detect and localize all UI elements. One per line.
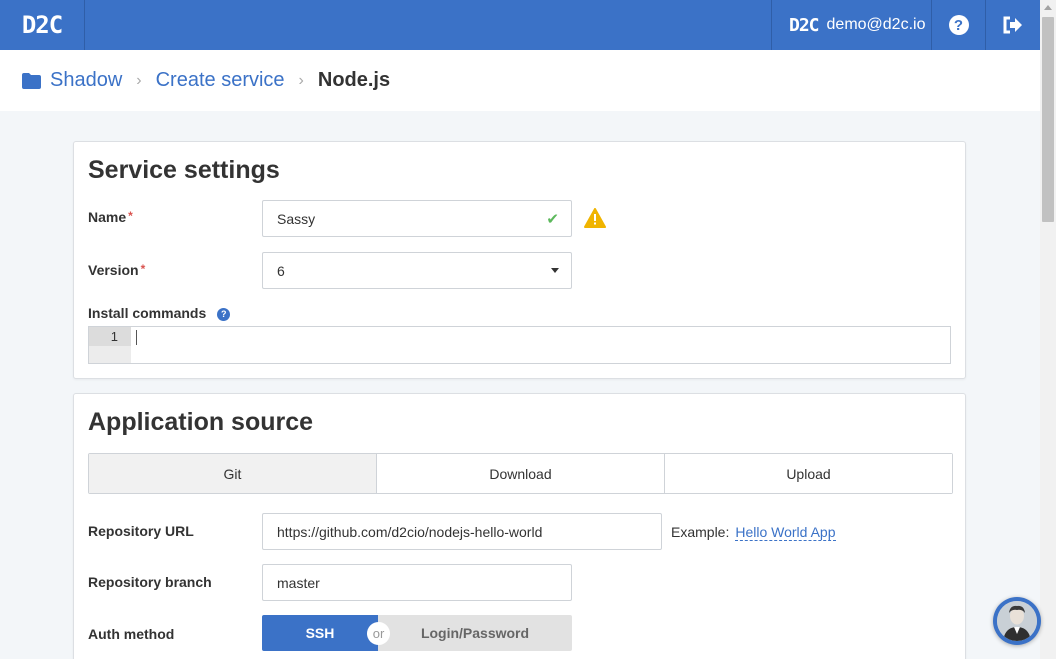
- folder-icon: [22, 72, 41, 89]
- text-cursor: [136, 330, 137, 345]
- logout-button[interactable]: [985, 0, 1039, 50]
- scroll-up-arrow-icon[interactable]: [1044, 5, 1052, 10]
- hello-world-app-link[interactable]: Hello World App: [735, 524, 836, 541]
- breadcrumb-shadow[interactable]: Shadow: [50, 69, 122, 92]
- breadcrumb-create-service[interactable]: Create service: [156, 69, 285, 92]
- repository-branch-input[interactable]: master: [262, 564, 572, 601]
- line-number: 1: [89, 327, 131, 346]
- sign-out-icon: [1003, 16, 1022, 34]
- application-source-title: Application source: [88, 408, 314, 436]
- page-scrollbar[interactable]: [1040, 0, 1056, 659]
- top-navbar: D2C D2C demo@d2c.io ?: [0, 0, 1040, 50]
- tab-upload[interactable]: Upload: [664, 454, 952, 493]
- question-circle-icon[interactable]: ?: [217, 307, 231, 321]
- name-label: Name *: [88, 209, 133, 225]
- source-tabs: Git Download Upload: [88, 453, 953, 494]
- auth-method-toggle: SSH Login/Password or: [262, 615, 572, 651]
- user-email: demo@d2c.io: [826, 16, 926, 33]
- name-input[interactable]: Sassy ✔: [262, 200, 572, 237]
- warning-icon: [584, 208, 606, 228]
- auth-login-password-button[interactable]: Login/Password: [378, 615, 572, 651]
- check-icon: ✔: [546, 211, 559, 228]
- breadcrumb-separator: ›: [136, 71, 142, 89]
- auth-or-separator: or: [367, 622, 390, 645]
- repository-url-input[interactable]: https://github.com/d2cio/nodejs-hello-wo…: [262, 513, 662, 550]
- install-commands-editor[interactable]: 1: [88, 326, 951, 364]
- tab-download[interactable]: Download: [376, 454, 664, 493]
- support-chat-button[interactable]: [993, 597, 1041, 645]
- scroll-thumb[interactable]: [1042, 17, 1054, 222]
- auth-method-label: Auth method: [88, 626, 175, 642]
- d2c-logo[interactable]: D2C: [0, 0, 85, 50]
- caret-down-icon: [551, 268, 559, 273]
- user-badge: D2C: [789, 14, 819, 36]
- install-commands-label: Install commands?: [88, 305, 231, 321]
- repository-url-label: Repository URL: [88, 523, 194, 539]
- version-select[interactable]: 6: [262, 252, 572, 289]
- breadcrumb: Shadow › Create service › Node.js: [0, 50, 1040, 111]
- auth-ssh-button[interactable]: SSH: [262, 615, 378, 651]
- person-icon: [997, 601, 1037, 641]
- question-circle-icon: ?: [948, 15, 969, 35]
- service-settings-title: Service settings: [88, 156, 280, 184]
- application-source-panel: Application source Git Download Upload R…: [73, 393, 966, 659]
- breadcrumb-current: Node.js: [317, 69, 391, 91]
- user-menu[interactable]: D2C demo@d2c.io: [771, 0, 931, 50]
- service-settings-panel: Service settings Name * Sassy ✔ Version * …: [73, 141, 966, 379]
- breadcrumb-separator: ›: [298, 71, 304, 89]
- version-label: Version *: [88, 262, 146, 278]
- repository-branch-label: Repository branch: [88, 574, 212, 590]
- help-button[interactable]: ?: [931, 0, 985, 50]
- example-hint: Example: Hello World App: [671, 524, 836, 541]
- support-avatar: [997, 601, 1037, 641]
- tab-git[interactable]: Git: [89, 454, 376, 493]
